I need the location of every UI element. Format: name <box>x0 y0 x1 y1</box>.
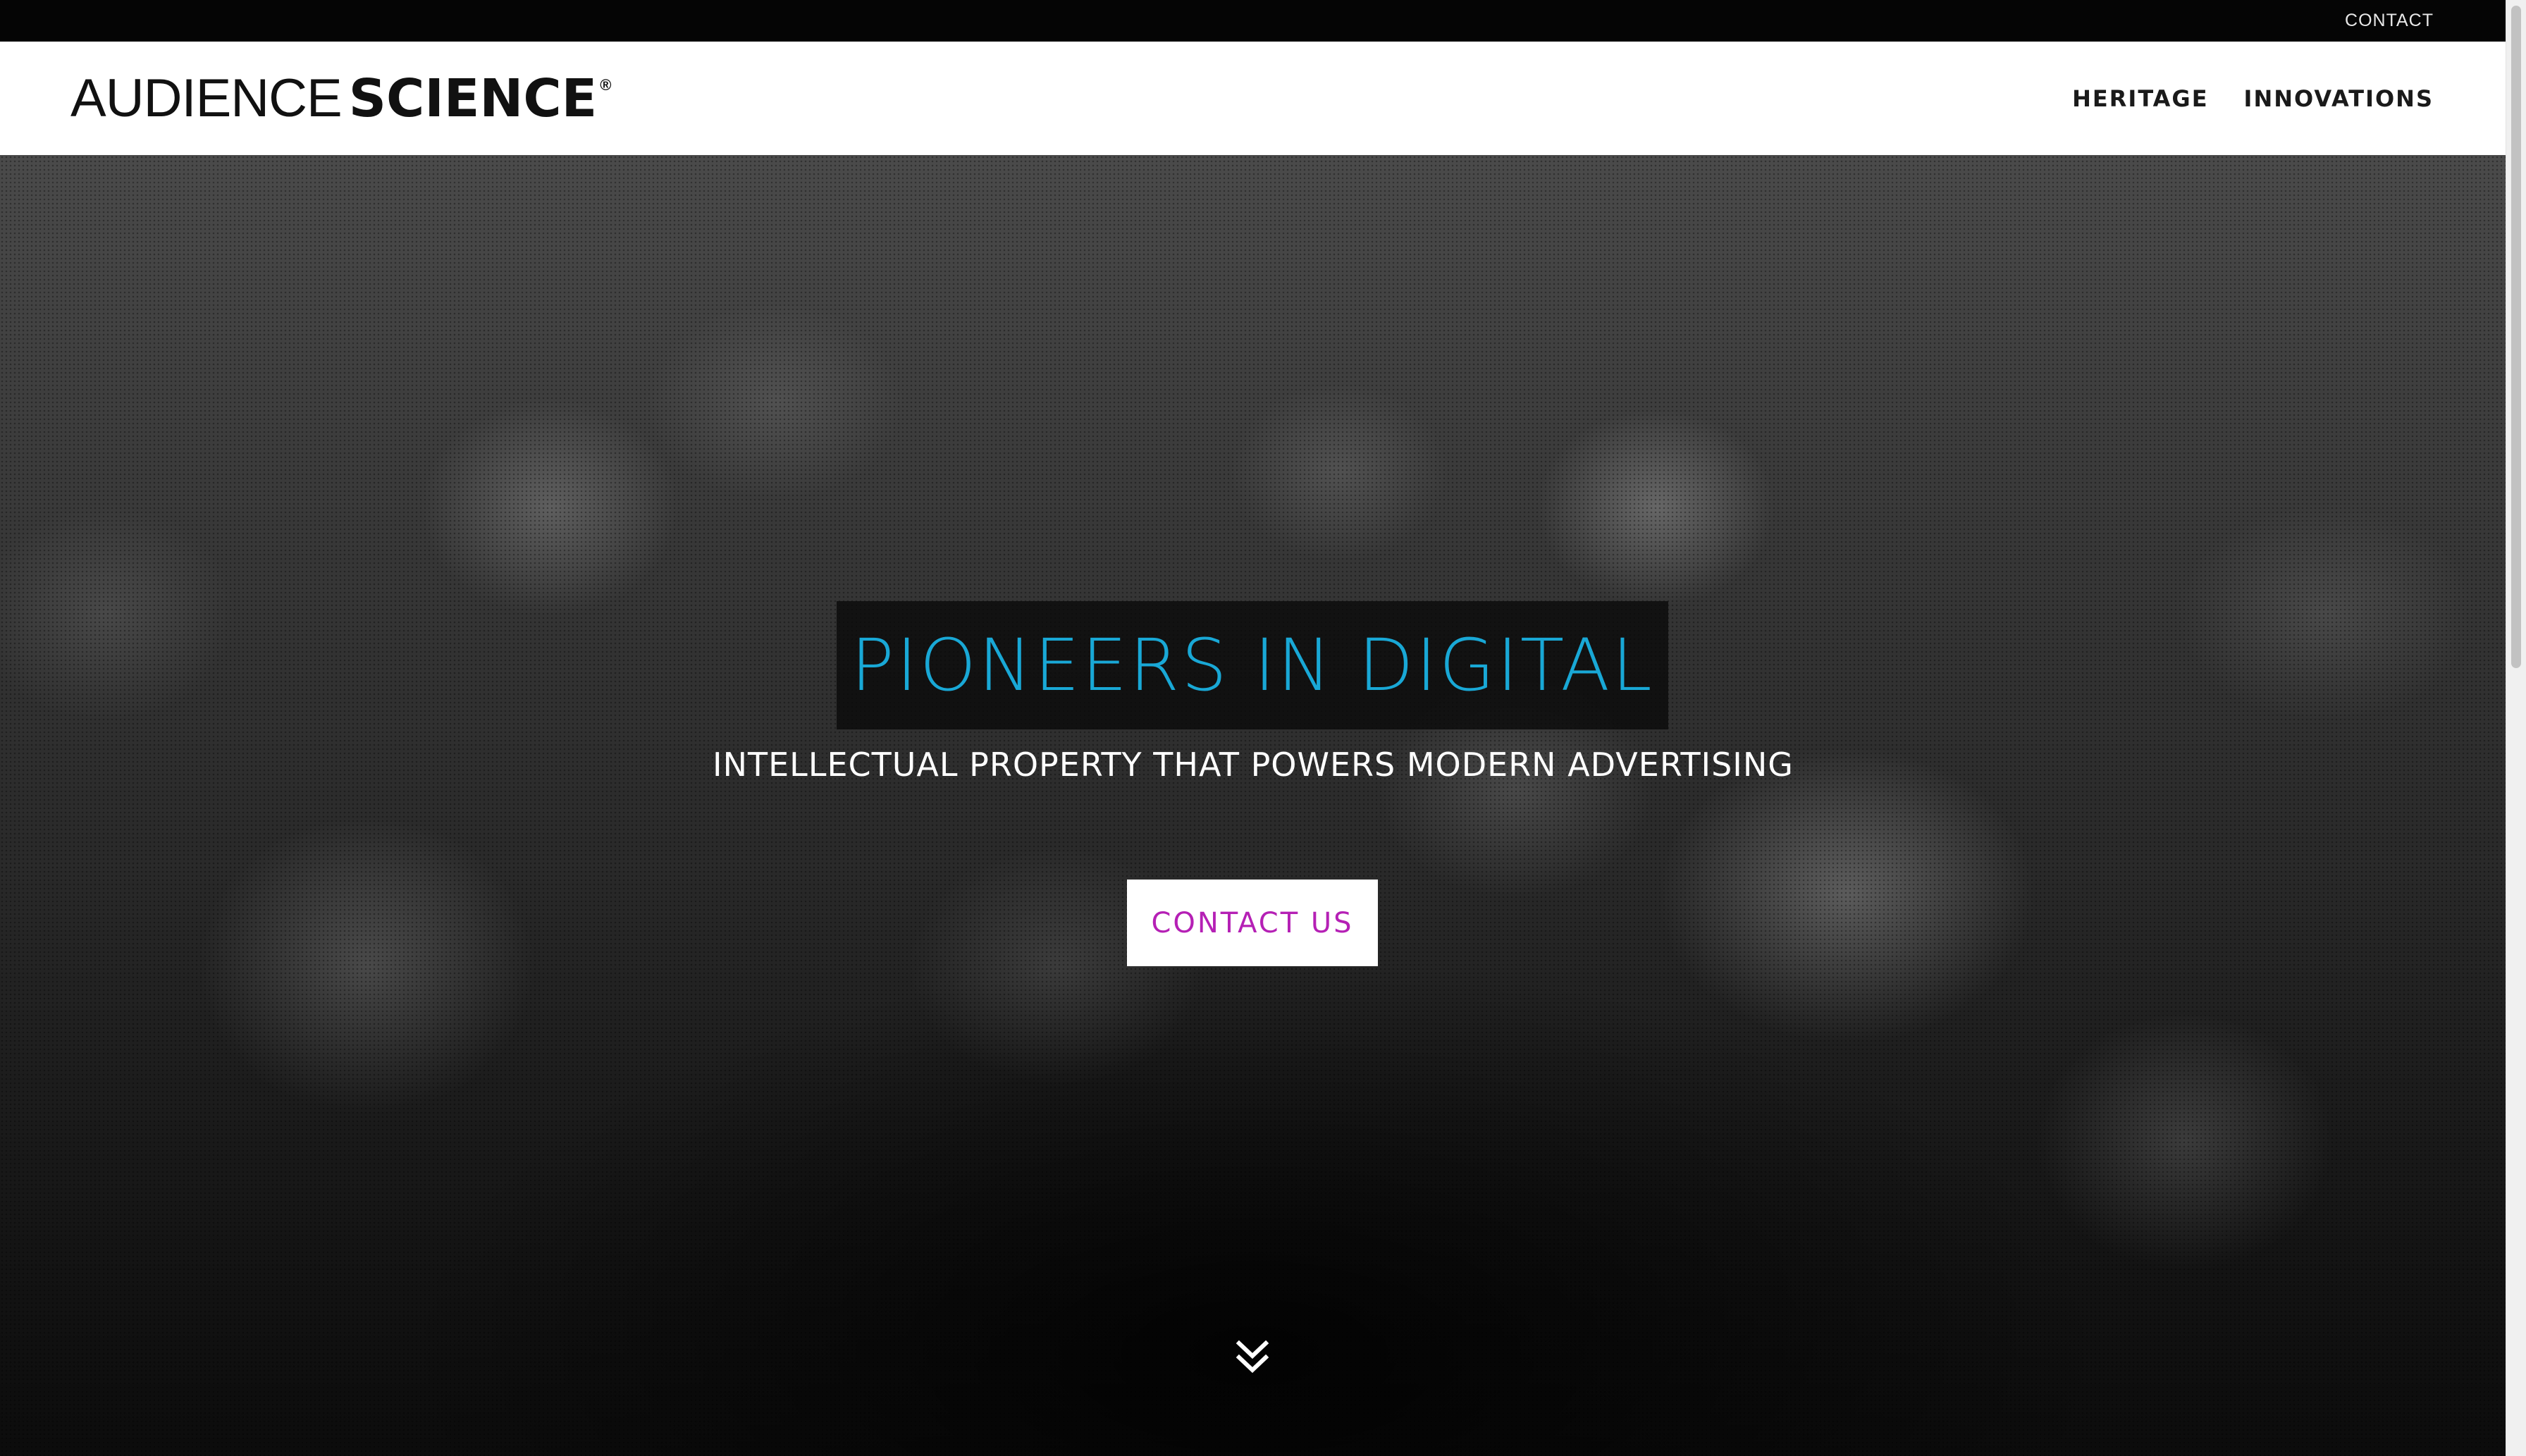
logo-text-audience: AUDIENCE <box>70 68 343 128</box>
logo-text-science: SCIENCE <box>348 68 598 129</box>
scrollbar-thumb[interactable] <box>2511 6 2521 668</box>
site-header: AUDIENCE SCIENCE ® HERITAGE INNOVATIONS <box>0 42 2506 156</box>
page: CONTACT AUDIENCE SCIENCE ® HERITAGE INNO… <box>0 0 2526 1456</box>
top-utility-bar: CONTACT <box>0 0 2506 42</box>
hero-section: PIONEERS IN DIGITAL INTELLECTUAL PROPERT… <box>0 155 2506 1456</box>
hero-vignette <box>0 155 2506 1456</box>
hero-headline: PIONEERS IN DIGITAL <box>851 623 1654 708</box>
nav-item-heritage[interactable]: HERITAGE <box>2072 85 2208 112</box>
registered-mark: ® <box>600 76 612 94</box>
main-nav: HERITAGE INNOVATIONS <box>2072 42 2434 155</box>
double-chevron-down-icon[interactable] <box>1236 1339 1269 1374</box>
hero-subheadline: INTELLECTUAL PROPERTY THAT POWERS MODERN… <box>713 746 1794 784</box>
page-scrollbar[interactable] <box>2506 0 2526 1456</box>
audience-science-logo[interactable]: AUDIENCE SCIENCE ® <box>70 68 612 129</box>
contact-us-button[interactable]: CONTACT US <box>1127 880 1378 966</box>
topbar-contact-link[interactable]: CONTACT <box>2345 0 2434 42</box>
headline-box: PIONEERS IN DIGITAL <box>837 601 1668 729</box>
contact-us-label: CONTACT US <box>1151 906 1354 939</box>
nav-item-innovations[interactable]: INNOVATIONS <box>2244 85 2434 112</box>
